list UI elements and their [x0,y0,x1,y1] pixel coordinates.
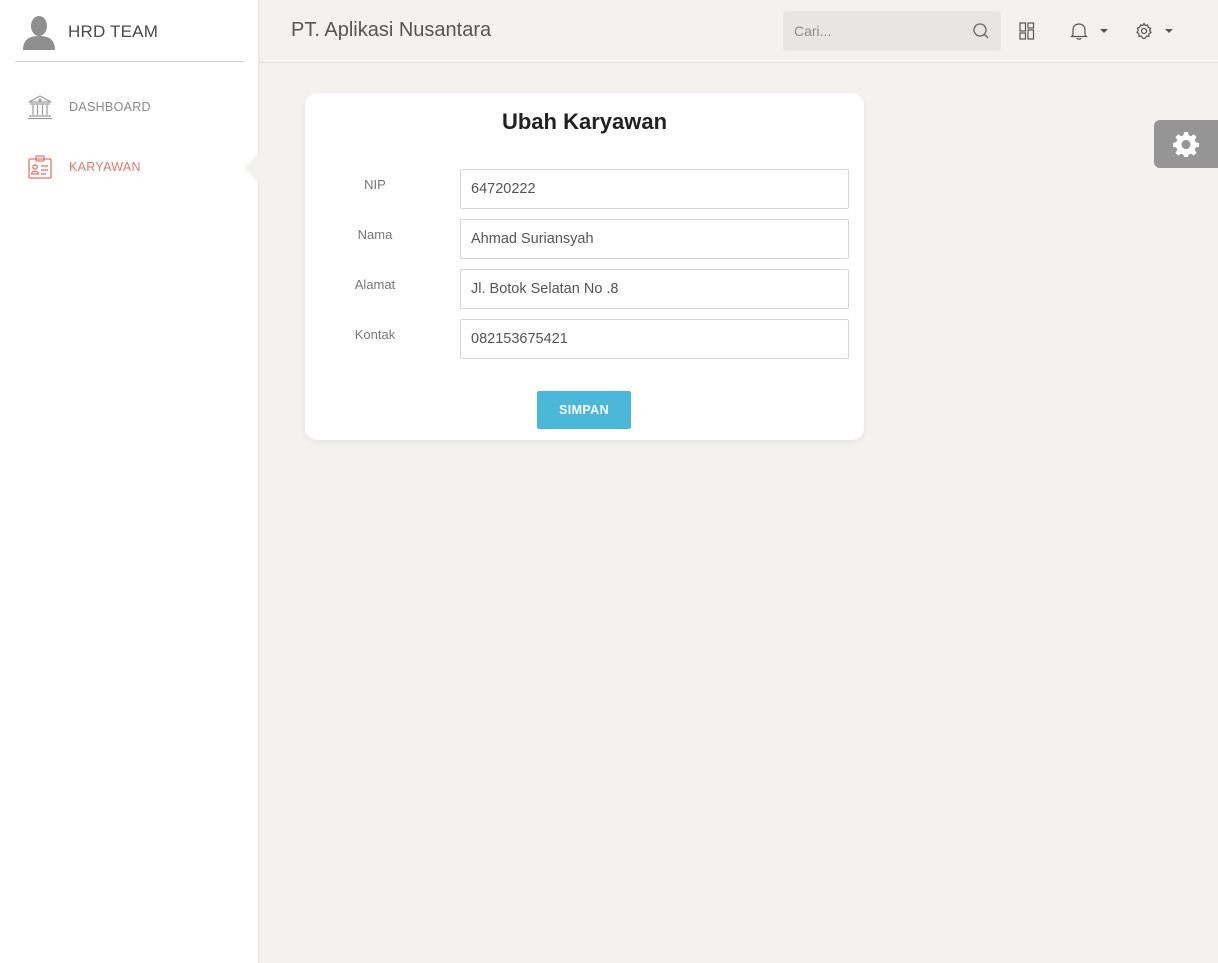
sidebar-brand: HRD TEAM [15,0,244,62]
company-name: PT. Aplikasi Nusantara [291,19,492,41]
sidebar-item-dashboard[interactable]: DASHBOARD [0,87,259,127]
active-indicator [244,152,260,184]
alamat-label: Alamat [354,277,396,292]
sidebar-item-karyawan[interactable]: KARYAWAN [0,147,259,187]
nama-field[interactable] [460,219,849,259]
chevron-down-icon[interactable] [1165,29,1173,33]
bank-icon [27,94,53,120]
search-input[interactable] [783,11,963,51]
gear-icon[interactable] [1134,21,1154,41]
settings-panel-toggle[interactable] [1154,120,1218,168]
search-icon[interactable] [972,22,990,40]
sidebar-item-label: KARYAWAN [69,160,141,174]
sidebar: HRD TEAM DASHBOARD KARYAWAN [0,0,260,963]
brand-name: HRD TEAM [68,22,159,41]
save-button[interactable]: SIMPAN [537,391,631,429]
search-box [783,11,1001,51]
bell-icon[interactable] [1069,21,1089,41]
kontak-label: Kontak [354,327,396,342]
cog-icon [1173,132,1199,157]
sidebar-item-label: DASHBOARD [69,100,151,114]
topbar: PT. Aplikasi Nusantara [259,0,1218,63]
nip-field[interactable] [460,169,849,209]
page-title: Ubah Karyawan [501,109,668,134]
avatar [22,15,56,50]
chevron-down-icon[interactable] [1100,29,1108,33]
nama-label: Nama [357,227,393,242]
alamat-field[interactable] [460,269,849,309]
edit-employee-card: Ubah Karyawan NIP Nama Alamat Kontak SIM… [305,93,864,440]
kontak-field[interactable] [460,319,849,359]
nip-label: NIP [364,177,386,192]
id-card-icon [27,154,53,180]
grid-icon[interactable] [1017,21,1037,41]
